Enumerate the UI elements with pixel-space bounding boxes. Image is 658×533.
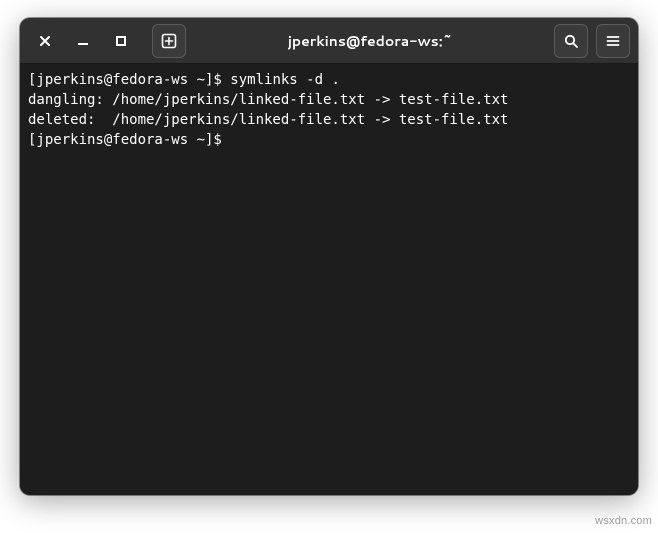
prompt: [jperkins@fedora-ws ~]$ (28, 72, 230, 88)
new-tab-icon (160, 32, 178, 50)
search-icon (563, 33, 579, 49)
maximize-button[interactable] (104, 24, 138, 58)
close-button[interactable] (28, 24, 62, 58)
terminal-line: [jperkins@fedora-ws ~]$ (28, 130, 630, 150)
terminal-window: jperkins@fedora-ws:~ [jperkin (20, 18, 638, 495)
close-icon (38, 34, 52, 48)
command-text: symlinks -d . (230, 72, 340, 88)
minimize-icon (76, 34, 90, 48)
terminal-line: [jperkins@fedora-ws ~]$ symlinks -d . (28, 70, 630, 90)
search-button[interactable] (554, 24, 588, 58)
terminal-body[interactable]: [jperkins@fedora-ws ~]$ symlinks -d . da… (20, 64, 638, 495)
minimize-button[interactable] (66, 24, 100, 58)
titlebar-right-group (554, 24, 630, 58)
titlebar-left-group (28, 24, 186, 58)
prompt: [jperkins@fedora-ws ~]$ (28, 132, 230, 148)
terminal-line: dangling: /home/jperkins/linked-file.txt… (28, 90, 630, 110)
terminal-line: deleted: /home/jperkins/linked-file.txt … (28, 110, 630, 130)
new-tab-button[interactable] (152, 24, 186, 58)
menu-button[interactable] (596, 24, 630, 58)
watermark: wsxdn.com (595, 515, 652, 527)
hamburger-icon (605, 33, 621, 49)
window-title: jperkins@fedora-ws:~ (192, 31, 548, 51)
maximize-icon (114, 34, 128, 48)
titlebar: jperkins@fedora-ws:~ (20, 18, 638, 64)
